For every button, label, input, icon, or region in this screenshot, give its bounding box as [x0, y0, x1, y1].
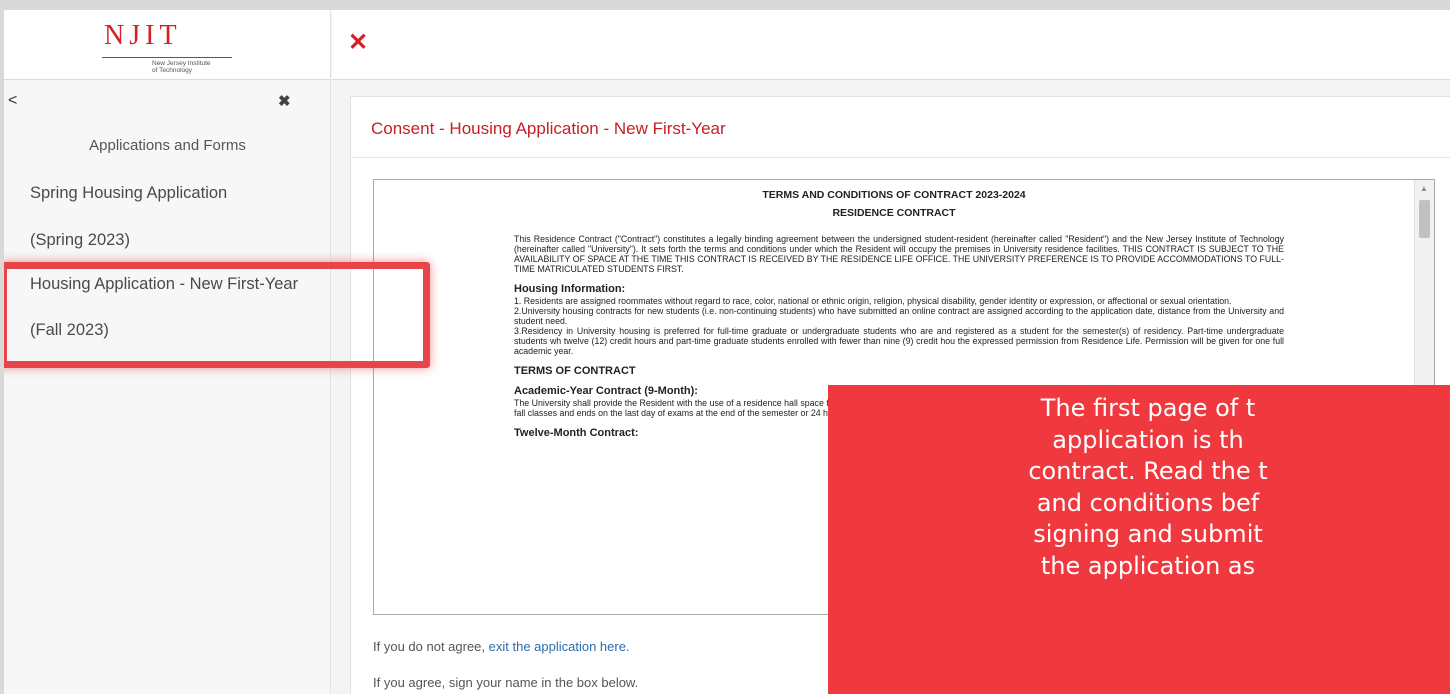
divider — [351, 157, 1450, 158]
callout-line: and conditions bef — [1036, 488, 1260, 517]
callout-line: The first page of t — [1040, 394, 1256, 422]
sidebar-item-spring-2023[interactable]: (Spring 2023) — [30, 231, 130, 250]
logo-text: NJIT — [104, 20, 182, 51]
list-item: 1. Residents are assigned roommates with… — [514, 296, 1232, 306]
contract-heading: TERMS AND CONDITIONS OF CONTRACT 2023-20… — [762, 189, 1026, 201]
callout-line: application is th — [1052, 425, 1244, 454]
njit-logo[interactable]: NJIT New Jersey Institute of Technology — [4, 10, 330, 80]
logo-subtitle: New Jersey Institute of Technology — [152, 60, 222, 74]
top-bar: ✕ — [332, 10, 1450, 80]
scroll-up-icon[interactable]: ▲ — [1420, 184, 1428, 193]
exit-application-link[interactable]: exit the application here. — [489, 639, 630, 654]
contract-intro: This Residence Contract ("Contract") con… — [514, 234, 1284, 274]
callout-line: signing and submit — [1033, 520, 1263, 548]
logo-subtitle-line2: of Technology — [152, 67, 192, 74]
list-item: 2.University housing contracts for new s… — [514, 306, 1284, 326]
callout-line: contract. Read the t — [1028, 457, 1268, 485]
disagree-prefix: If you do not agree, — [373, 639, 489, 654]
highlight-box — [4, 262, 430, 368]
sidebar-heading: Applications and Forms — [89, 137, 246, 154]
sidebar-item-spring-housing[interactable]: Spring Housing Application — [30, 184, 227, 203]
agree-text: If you agree, sign your name in the box … — [373, 675, 639, 690]
housing-info-heading: Housing Information: — [514, 283, 626, 295]
logo-subtitle-line1: New Jersey Institute — [152, 60, 211, 67]
sidebar-controls: < ✖ — [4, 92, 331, 114]
housing-info-list: 1. Residents are assigned roommates with… — [504, 296, 1284, 356]
list-item: 3.Residency in University housing is pre… — [514, 326, 1284, 356]
chevron-left-icon[interactable]: < — [8, 92, 17, 110]
disagree-text: If you do not agree, exit the applicatio… — [373, 639, 630, 654]
scrollbar-thumb[interactable] — [1419, 200, 1430, 238]
close-icon[interactable]: ✕ — [348, 28, 368, 57]
logo-underline — [102, 57, 232, 58]
contract-subheading: RESIDENCE CONTRACT — [832, 207, 956, 219]
callout-text: The first page of t application is th co… — [828, 393, 1450, 582]
callout-line: the application as — [1040, 551, 1256, 580]
close-icon[interactable]: ✖ — [278, 92, 291, 110]
page-title: Consent - Housing Application - New Firs… — [371, 119, 726, 138]
instruction-callout: The first page of t application is th co… — [828, 385, 1450, 694]
terms-heading: TERMS OF CONTRACT — [514, 365, 636, 377]
